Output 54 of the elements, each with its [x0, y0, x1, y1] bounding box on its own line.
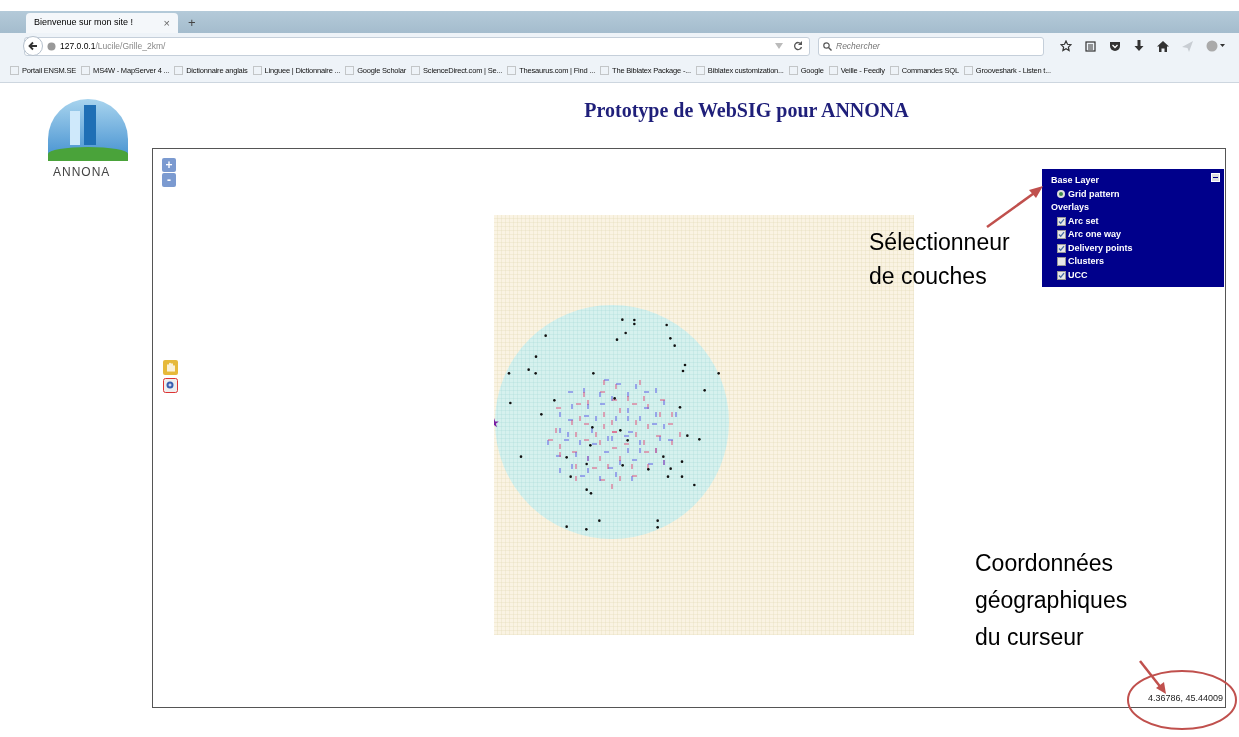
radio-button[interactable]: [1057, 190, 1065, 199]
page-icon: [788, 66, 798, 75]
back-arrow-icon: [28, 41, 38, 51]
back-button[interactable]: [23, 36, 43, 56]
page-icon: [174, 66, 184, 75]
browser-tab[interactable]: Bienvenue sur mon site ! ×: [26, 13, 178, 33]
pocket-icon[interactable]: [1109, 40, 1121, 52]
layer-label: Clusters: [1068, 255, 1104, 268]
layer-heading: Overlays: [1051, 201, 1091, 214]
star-icon[interactable]: [1060, 40, 1072, 52]
zoom-box-icon[interactable]: [163, 378, 178, 393]
avatar-icon[interactable]: [1206, 40, 1226, 52]
download-icon[interactable]: [1134, 40, 1144, 52]
annotation-arrow: [985, 183, 1045, 229]
search-field[interactable]: Rechercher: [818, 36, 1044, 56]
checkbox[interactable]: [1057, 270, 1066, 280]
page-icon: [828, 66, 838, 75]
checkbox[interactable]: [1057, 257, 1066, 267]
page-icon: [411, 66, 421, 75]
page-icon: [345, 66, 355, 75]
layer-label: UCC: [1068, 268, 1088, 282]
minimize-button[interactable]: [1211, 173, 1220, 182]
checkbox[interactable]: [1057, 216, 1066, 226]
logo-text: ANNONA: [53, 164, 111, 181]
page-icon: [600, 66, 610, 75]
close-tab-button[interactable]: ×: [163, 14, 170, 32]
url-field[interactable]: 127.0.0.1/Lucile/Grille_2km/: [24, 36, 810, 56]
url-text: 127.0.0.1/Lucile/Grille_2km/: [60, 39, 166, 53]
search-icon: [823, 41, 832, 51]
page-icon: [963, 66, 973, 75]
page-title: Prototype de WebSIG pour ANNONA: [583, 98, 910, 124]
layer-label: Grid pattern: [1068, 187, 1120, 201]
annotation-text: Coordonnées géographiques du curseur: [975, 549, 1129, 652]
checkbox[interactable]: [1057, 230, 1066, 240]
layer-heading: Base Layer: [1051, 174, 1101, 187]
layer-label: Delivery points: [1068, 241, 1133, 255]
layer-label: Arc set: [1068, 214, 1099, 228]
page-icon: [252, 66, 262, 75]
tab-title: Bienvenue sur mon site !: [34, 16, 134, 30]
search-input[interactable]: Rechercher: [836, 39, 1039, 53]
home-icon[interactable]: [1157, 40, 1169, 52]
layer-label: Arc one way: [1068, 228, 1122, 241]
checkbox[interactable]: [1057, 243, 1066, 253]
page-icon: [695, 66, 705, 75]
mouse-position: 4.36786, 45.44009: [1147, 691, 1223, 705]
annotation-text: Sélectionneur de couches: [869, 228, 1011, 291]
annotation-arrow: [1138, 659, 1168, 695]
page-icon: [507, 66, 517, 75]
page-icon: [81, 66, 91, 75]
page-icon: [10, 66, 19, 75]
page-icon: [889, 66, 899, 75]
reload-icon[interactable]: [793, 41, 803, 51]
clipboard-icon[interactable]: [1085, 40, 1096, 52]
new-tab-button[interactable]: +: [184, 13, 200, 33]
